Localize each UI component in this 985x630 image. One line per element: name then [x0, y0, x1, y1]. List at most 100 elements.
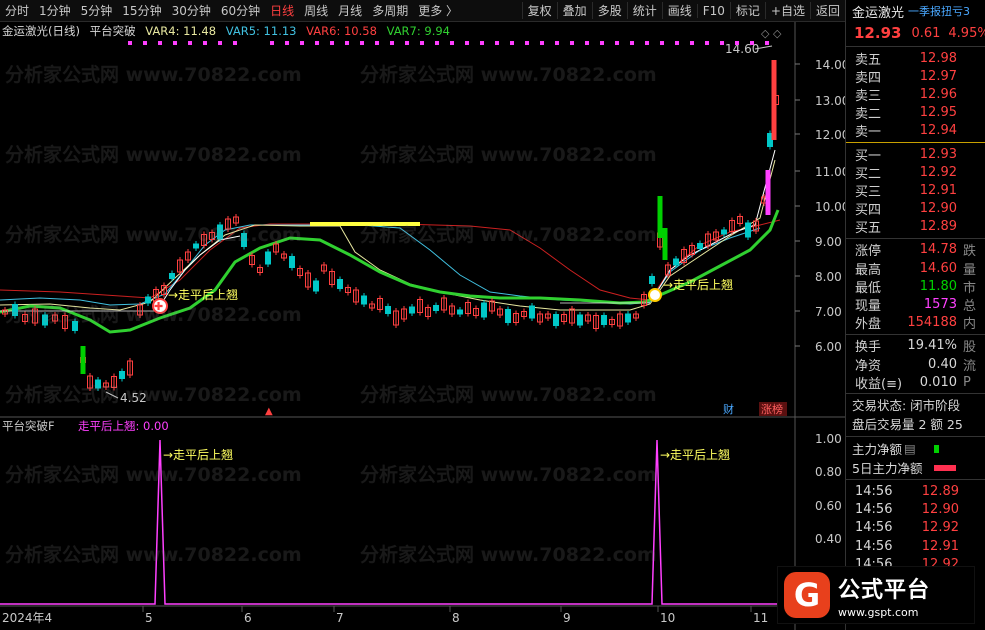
signal-dot: [645, 41, 649, 45]
signal-dot: [375, 41, 379, 45]
x-tick: 2024年4: [2, 611, 52, 625]
after-hours-volume: 盘后交易量 2 额 25: [852, 417, 963, 433]
svg-text:▲: ▲: [265, 406, 273, 417]
logo-url: www.gspt.com: [838, 605, 919, 619]
stat-row: 换手 19.41% 股: [855, 338, 977, 356]
candle: [765, 170, 771, 215]
signal-dot: [495, 41, 499, 45]
add-watchlist-button[interactable]: +自选: [764, 2, 810, 19]
multi-stock-button[interactable]: 多股: [591, 2, 627, 19]
draw-line-button[interactable]: 画线: [661, 2, 697, 19]
signal-dot: [270, 41, 274, 45]
bid-row[interactable]: 买一 12.93: [846, 145, 985, 164]
var6-value: VAR6: 10.58: [306, 24, 377, 38]
signal-label: →走平后上翘: [663, 278, 733, 292]
candle: [12, 304, 18, 316]
sub-y-tick: 0.60: [815, 499, 842, 513]
x-tick: 5: [145, 611, 153, 625]
candle: [662, 228, 668, 260]
y-tick: 6.00: [815, 340, 842, 354]
bid-row[interactable]: 买三 12.91: [846, 181, 985, 200]
candle: [771, 60, 777, 140]
low-price-label: 4.52: [120, 391, 147, 405]
timeframe-tab[interactable]: 30分钟: [167, 2, 216, 19]
more-timeframes-button[interactable]: 更多 〉: [413, 2, 463, 19]
timeframe-tab[interactable]: 15分钟: [117, 2, 166, 19]
toolbar: 分时 1分钟 5分钟 15分钟 30分钟 60分钟 日线 周线 月线 多周期 更…: [0, 0, 845, 22]
candle: [433, 305, 439, 311]
ask-row[interactable]: 卖一 12.94: [846, 122, 985, 140]
candle: [80, 346, 86, 374]
x-tick: 11: [753, 611, 768, 625]
y-tick: 10.00: [815, 200, 845, 214]
stat-row: 外盘 154188 内: [855, 315, 977, 333]
signal-dot: [218, 41, 222, 45]
bid-row[interactable]: 买五 12.89: [846, 218, 985, 236]
timeframe-tab[interactable]: 月线: [333, 2, 367, 19]
candle: [337, 279, 343, 289]
top-gainer-tag[interactable]: 涨榜: [761, 402, 783, 416]
kline-chart[interactable]: 14.00 13.00 12.00 11.00 10.00 9.00 8.00 …: [0, 22, 845, 630]
finance-tag[interactable]: 财: [723, 402, 734, 416]
signal-dot: [300, 41, 304, 45]
timeframe-tab[interactable]: 周线: [299, 2, 333, 19]
ask-row[interactable]: 卖五 12.98: [846, 49, 985, 68]
candle: [361, 295, 367, 305]
signal-dot: [435, 41, 439, 45]
main-flow-5d-row[interactable]: 5日主力净额: [846, 458, 985, 477]
f10-button[interactable]: F10: [696, 3, 730, 18]
indicator-name[interactable]: 平台突破: [90, 24, 136, 38]
candle: [385, 306, 391, 314]
signal-label: →走平后上翘: [168, 288, 238, 302]
signal-dot: [675, 41, 679, 45]
adjust-button[interactable]: 复权: [521, 2, 557, 19]
sub-chart-value: 走平后上翘: 0.00: [78, 419, 169, 433]
chart-title: 金运激光(日线): [2, 24, 80, 38]
signal-dot: [510, 41, 514, 45]
candle: [265, 251, 271, 265]
ask-row[interactable]: 卖四 12.97: [846, 67, 985, 86]
timeframe-tab[interactable]: 分时: [0, 2, 34, 19]
signal-dot: [315, 41, 319, 45]
main-flow-row[interactable]: 主力净额 ▤: [846, 439, 985, 458]
bid-row[interactable]: 买四 12.90: [846, 200, 985, 218]
mark-button[interactable]: 标记: [729, 2, 765, 19]
svg-text:◇ ◇: ◇ ◇: [761, 27, 782, 40]
candle: [95, 379, 101, 389]
stock-tag[interactable]: 一季报扭亏: [908, 3, 963, 19]
sub-y-tick: 0.40: [815, 532, 842, 546]
x-tick: 6: [244, 611, 252, 625]
y-tick: 13.00: [815, 94, 845, 108]
timeframe-tab[interactable]: 1分钟: [34, 2, 76, 19]
overlay-button[interactable]: 叠加: [556, 2, 592, 19]
candle: [529, 305, 535, 319]
price-change-pct: 4.95%: [948, 25, 985, 41]
timeframe-tab-daily[interactable]: 日线: [265, 2, 299, 19]
candle: [673, 258, 679, 266]
back-button[interactable]: 返回: [809, 2, 845, 19]
quote-panel: 金运激光 一季报扭亏 3 12.93 0.61 4.95% 卖五12.98 卖四…: [845, 0, 985, 630]
ask-row[interactable]: 卖二 12.95: [846, 104, 985, 122]
candle: [553, 314, 559, 326]
candle: [697, 243, 703, 249]
indicator-legend: 金运激光(日线) 平台突破 VAR4: 11.48 VAR5: 11.13 VA…: [2, 23, 456, 39]
timeframe-tab[interactable]: 多周期: [367, 2, 413, 19]
signal-dot: [465, 41, 469, 45]
stat-row: 收益(≡) 0.010 P: [855, 374, 971, 392]
signal-dot: [630, 41, 634, 45]
var7-value: VAR7: 9.94: [386, 24, 451, 38]
stats-button[interactable]: 统计: [626, 2, 662, 19]
bid-row[interactable]: 买二 12.92: [846, 163, 985, 182]
signal-dot: [158, 41, 162, 45]
ask-row[interactable]: 卖三 12.96: [846, 85, 985, 104]
signal-dot: [585, 41, 589, 45]
timeframe-tab[interactable]: 60分钟: [216, 2, 265, 19]
signal-dot: [690, 41, 694, 45]
stock-header[interactable]: 金运激光 一季报扭亏 3: [846, 0, 985, 22]
signal-dot: [555, 41, 559, 45]
timeframe-tab[interactable]: 5分钟: [76, 2, 118, 19]
candle: [289, 256, 295, 268]
trade-status: 交易状态: 闭市阶段: [852, 398, 961, 414]
breakout-marker[interactable]: [648, 288, 662, 302]
candle: [657, 196, 663, 238]
